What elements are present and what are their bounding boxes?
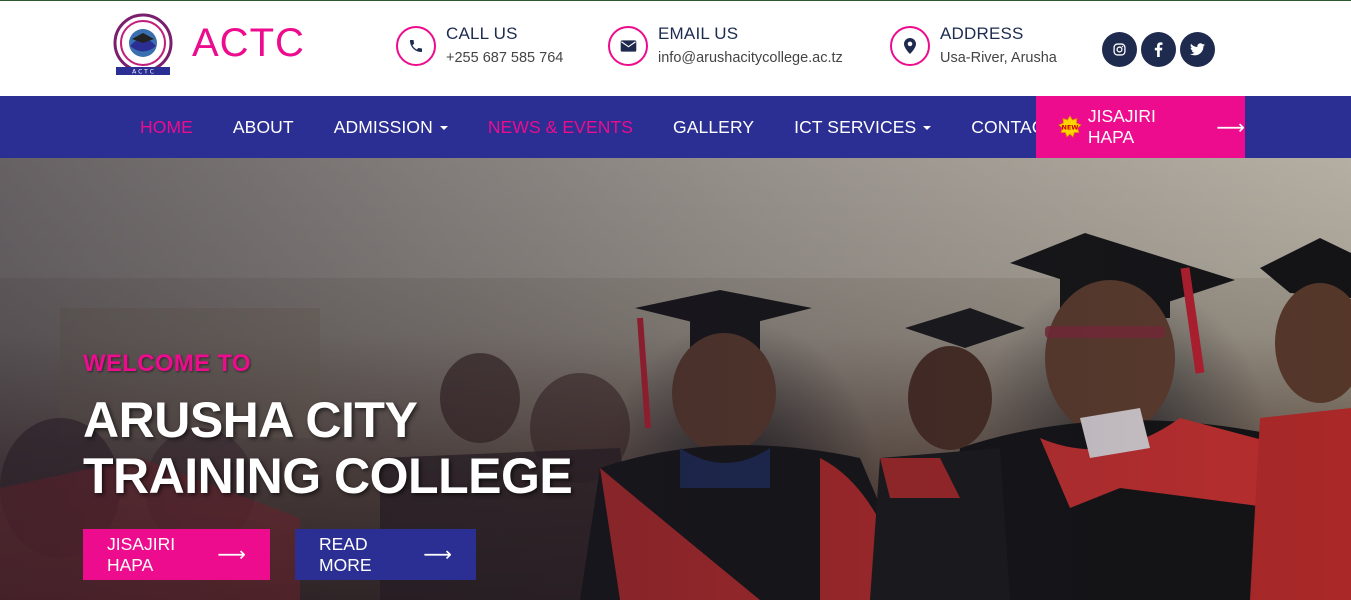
social-links	[1102, 32, 1215, 67]
email-us-block: EMAIL US info@arushacitycollege.ac.tz	[608, 23, 843, 71]
hero-buttons: JISAJIRI HAPA ⟶ READ MORE ⟶	[83, 529, 476, 580]
email-us-title: EMAIL US	[658, 24, 739, 43]
address-title: ADDRESS	[940, 24, 1024, 43]
nav-ict-services[interactable]: ICT SERVICES	[774, 117, 951, 138]
hero-banner: WELCOME TO ARUSHA CITY TRAINING COLLEGE …	[0, 158, 1351, 600]
svg-text:A C T C: A C T C	[132, 69, 154, 76]
college-seal-icon: A C T C	[113, 13, 173, 76]
register-nav-button[interactable]: NEW JISAJIRI HAPA ⟶	[1036, 96, 1245, 158]
read-more-button[interactable]: READ MORE ⟶	[295, 529, 476, 580]
call-us-block: CALL US +255 687 585 764	[396, 23, 563, 71]
map-pin-icon	[890, 26, 930, 66]
nav-about-label: ABOUT	[232, 116, 294, 137]
arrow-right-icon: ⟶	[1216, 116, 1245, 139]
chevron-down-icon	[439, 126, 448, 130]
read-more-label: READ MORE	[319, 533, 372, 575]
call-us-title: CALL US	[446, 24, 518, 43]
chevron-down-icon	[923, 126, 932, 130]
nav-admission-label: ADMISSION	[333, 116, 433, 137]
hero-text: WELCOME TO ARUSHA CITY TRAINING COLLEGE	[83, 350, 573, 504]
logo[interactable]: A C T C ACTC	[110, 13, 305, 81]
email-address[interactable]: info@arushacitycollege.ac.tz	[658, 45, 843, 71]
nav-home-label: HOME	[140, 116, 193, 137]
phone-icon	[396, 26, 436, 66]
facebook-icon[interactable]	[1141, 32, 1176, 67]
arrow-right-icon: ⟶	[217, 544, 246, 566]
instagram-icon[interactable]	[1102, 32, 1137, 67]
nav-admission[interactable]: ADMISSION	[314, 117, 468, 138]
address-value: Usa-River, Arusha	[940, 50, 1057, 66]
hero-kicker: WELCOME TO	[83, 350, 251, 377]
nav-about[interactable]: ABOUT	[213, 117, 314, 138]
nav-news-events[interactable]: NEWS & EVENTS	[468, 117, 653, 138]
arrow-right-icon: ⟶	[423, 544, 452, 566]
brand-name: ACTC	[192, 21, 305, 65]
new-badge-icon: NEW	[1058, 115, 1082, 138]
address-block: ADDRESS Usa-River, Arusha	[890, 23, 1057, 71]
register-button[interactable]: JISAJIRI HAPA ⟶	[83, 529, 270, 580]
nav-ict-services-label: ICT SERVICES	[794, 116, 917, 137]
phone-number[interactable]: +255 687 585 764	[446, 45, 563, 71]
hero-title-line-1: ARUSHA CITY	[83, 392, 418, 448]
register-button-label: JISAJIRI HAPA	[107, 533, 176, 575]
main-navigation: HOME ABOUT ADMISSION NEWS & EVENTS GALLE…	[0, 96, 1351, 158]
register-nav-label: JISAJIRI HAPA	[1087, 106, 1156, 147]
nav-news-events-label: NEWS & EVENTS	[487, 116, 634, 137]
hero-title: ARUSHA CITY TRAINING COLLEGE	[83, 392, 573, 504]
twitter-icon[interactable]	[1180, 32, 1215, 67]
svg-text:NEW: NEW	[1061, 123, 1078, 131]
nav-home[interactable]: HOME	[120, 117, 213, 138]
hero-title-line-2: TRAINING COLLEGE	[83, 448, 573, 504]
envelope-icon	[608, 26, 648, 66]
top-header: A C T C ACTC CALL US +255 687 585 764 EM…	[0, 0, 1351, 96]
nav-gallery[interactable]: GALLERY	[653, 117, 774, 138]
nav-gallery-label: GALLERY	[673, 116, 755, 137]
